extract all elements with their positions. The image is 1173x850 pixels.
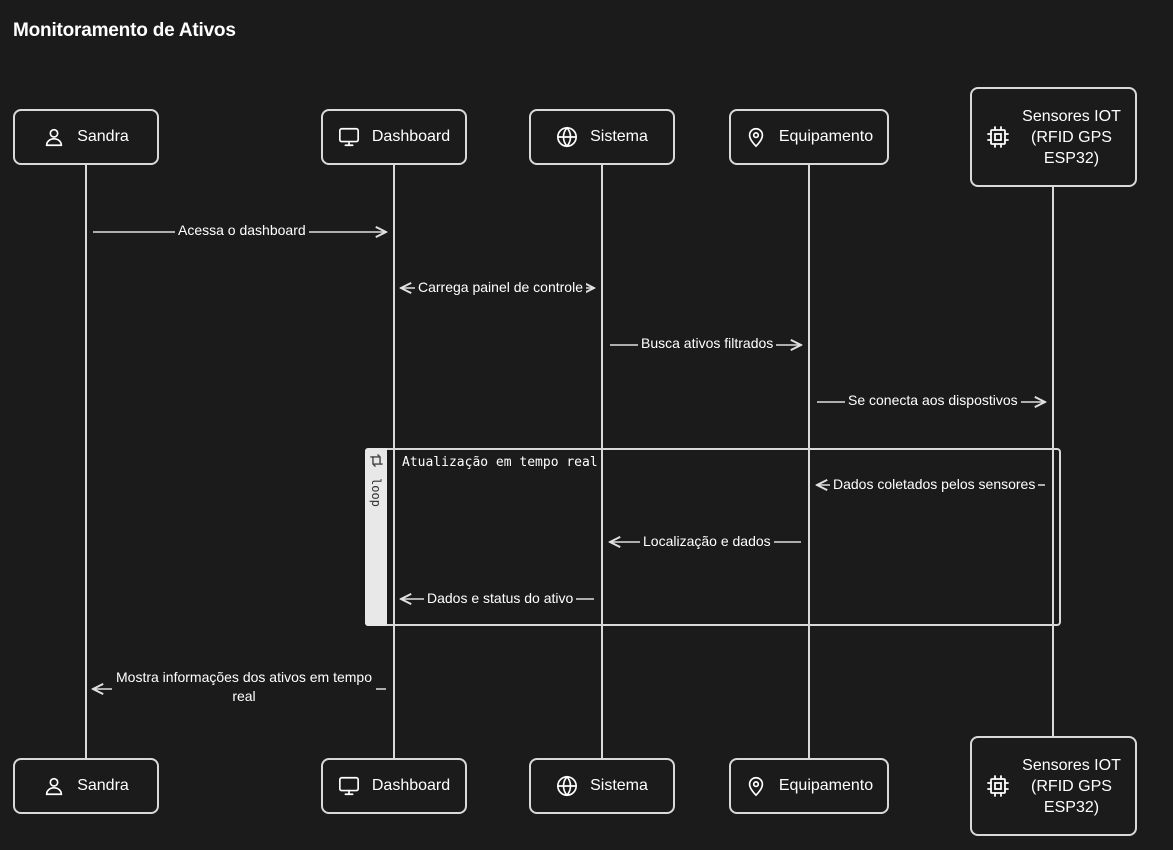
participant-label: Dashboard <box>371 128 451 145</box>
globe-icon <box>556 775 578 797</box>
globe-icon <box>556 126 578 148</box>
participant-label: Sistema <box>590 128 648 145</box>
participant-label: Sandra <box>77 777 129 794</box>
participant-label: Equipamento <box>778 777 874 794</box>
chip-icon <box>986 774 1010 798</box>
participant-label: Sandra <box>77 128 129 145</box>
participant-label: Equipamento <box>778 128 874 145</box>
chip-icon <box>986 125 1010 149</box>
user-icon <box>43 126 65 148</box>
user-icon <box>43 775 65 797</box>
message-label: Mostra informações dos ativos em tempo r… <box>112 668 376 706</box>
participant-equipamento-top[interactable]: Equipamento <box>729 109 889 165</box>
participant-sistema-bottom[interactable]: Sistema <box>529 758 675 814</box>
message-label: Dados e status do ativo <box>424 590 577 606</box>
participant-sensores-bottom[interactable]: Sensores IOT (RFID GPS ESP32) <box>970 736 1137 836</box>
participant-label: Dashboard <box>371 777 451 794</box>
map-pin-icon <box>745 126 767 148</box>
message-label: Dados coletados pelos sensores <box>830 476 1039 492</box>
participant-dashboard-top[interactable]: Dashboard <box>321 109 467 165</box>
participant-sandra-top[interactable]: Sandra <box>13 109 159 165</box>
participant-label: Sensores IOT (RFID GPS ESP32) <box>1022 756 1121 816</box>
participant-label: Sensores IOT (RFID GPS ESP32) <box>1022 107 1121 167</box>
message-label: Localização e dados <box>640 533 774 549</box>
participant-sensores-top[interactable]: Sensores IOT (RFID GPS ESP32) <box>970 87 1137 187</box>
map-pin-icon <box>745 775 767 797</box>
monitor-icon <box>338 775 360 797</box>
participant-dashboard-bottom[interactable]: Dashboard <box>321 758 467 814</box>
participant-sistema-top[interactable]: Sistema <box>529 109 675 165</box>
monitor-icon <box>338 126 360 148</box>
message-label: Se conecta aos dispostivos <box>845 392 1021 408</box>
message-label: Busca ativos filtrados <box>638 335 777 351</box>
message-label: Acessa o dashboard <box>175 222 309 238</box>
participant-sandra-bottom[interactable]: Sandra <box>13 758 159 814</box>
message-label: Carrega painel de controle <box>415 279 586 295</box>
participant-label: Sistema <box>590 777 648 794</box>
participant-equipamento-bottom[interactable]: Equipamento <box>729 758 889 814</box>
